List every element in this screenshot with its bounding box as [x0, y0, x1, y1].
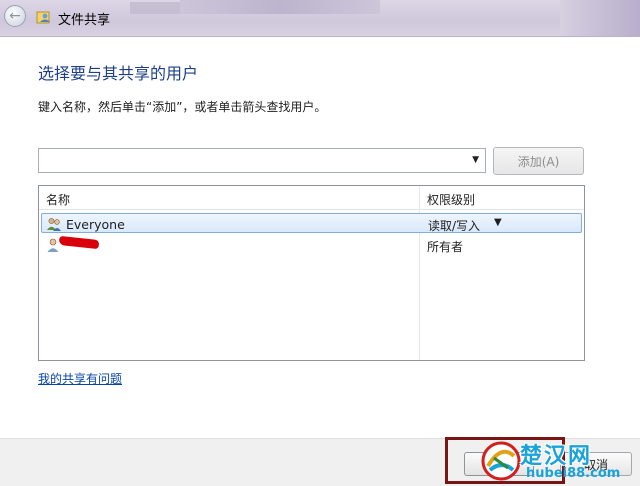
background-blur — [180, 0, 380, 14]
back-arrow-icon[interactable]: ← — [4, 5, 26, 27]
column-header-permission[interactable]: 权限级别 — [427, 191, 475, 208]
permission-level[interactable]: 读取/写入 — [428, 217, 480, 234]
file-share-icon — [36, 11, 50, 24]
window-title: 文件共享 — [58, 13, 111, 28]
site-watermark: 楚汉网 hubei88.com — [480, 438, 638, 484]
list-header: 名称 权限级别 — [39, 186, 584, 210]
redacted-user-name — [58, 235, 100, 250]
user-name-combobox[interactable]: ▼ — [38, 148, 486, 173]
sharing-help-link[interactable]: 我的共享有问题 — [38, 370, 122, 387]
list-row-owner[interactable]: 所有者 — [41, 235, 582, 255]
dropdown-arrow-icon[interactable]: ▼ — [472, 155, 479, 165]
column-header-name[interactable]: 名称 — [46, 191, 70, 208]
instruction-text: 键入名称，然后单击“添加”，或者单击箭头查找用户。 — [38, 100, 327, 114]
permission-level: 所有者 — [427, 240, 464, 254]
list-row-everyone[interactable]: Everyone 读取/写入 ▼ — [41, 213, 582, 233]
user-permissions-list[interactable]: 名称 权限级别 Everyone 读取/写入 ▼ 所有者 — [38, 185, 585, 361]
watermark-logo-icon — [481, 441, 521, 481]
watermark-url: hubei88.com — [526, 466, 621, 481]
user-name-input[interactable] — [39, 149, 467, 170]
group-users-icon — [47, 218, 61, 231]
title-bar: ← 文件共享 — [0, 0, 640, 37]
page-title: 选择要与其共享的用户 — [38, 64, 199, 83]
permission-dropdown-arrow-icon[interactable]: ▼ — [494, 217, 502, 228]
user-name: Everyone — [66, 217, 125, 232]
add-button[interactable]: 添加(A) — [493, 147, 584, 175]
background-blur — [560, 0, 640, 36]
